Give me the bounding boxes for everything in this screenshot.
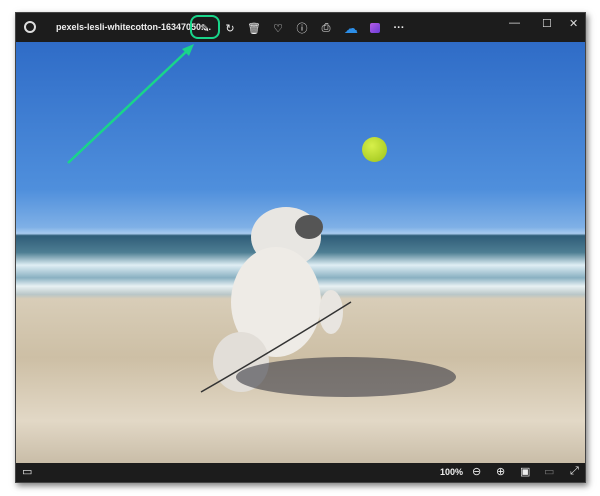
photo-dog-beach [16,42,585,463]
clipchamp-icon[interactable] [365,18,385,38]
edit-image-icon[interactable]: ✎ [195,18,215,38]
minimize-button[interactable]: — [509,17,520,29]
photos-app-icon [24,21,36,33]
filmstrip-icon[interactable]: ▭ [22,465,32,478]
favorite-icon[interactable]: ♡ [268,18,288,38]
delete-icon[interactable]: 🗑 [244,18,264,38]
zoom-out-icon[interactable]: ⊖ [472,465,481,478]
more-icon[interactable]: ··· [389,18,409,38]
file-info-icon[interactable]: ⓘ [292,18,312,38]
print-icon[interactable]: ⎙ [316,18,336,38]
zoom-in-icon[interactable]: ⊕ [496,465,505,478]
dog-shadow [236,357,456,397]
zoom-level: 100% [440,467,464,477]
fullscreen-icon[interactable]: ⤢ [570,465,579,478]
file-name: pexels-lesli-whitecotton-16347050.... [56,22,212,32]
title-bar: pexels-lesli-whitecotton-16347050.... ✎ … [16,13,585,42]
maximize-button[interactable]: ☐ [542,17,552,30]
bottom-bar: ▭ 100% ⊖ ⊕ ▣ ▭ ⤢ [16,461,585,482]
fit-to-window-icon[interactable]: ▣ [520,465,530,478]
onedrive-icon[interactable]: ☁ [341,18,361,38]
tennis-ball [362,137,387,162]
rotate-icon[interactable]: ↻ [220,18,240,38]
close-button[interactable]: ✕ [569,17,578,30]
actual-size-icon[interactable]: ▭ [544,465,554,478]
photos-window: pexels-lesli-whitecotton-16347050.... ✎ … [15,12,586,483]
